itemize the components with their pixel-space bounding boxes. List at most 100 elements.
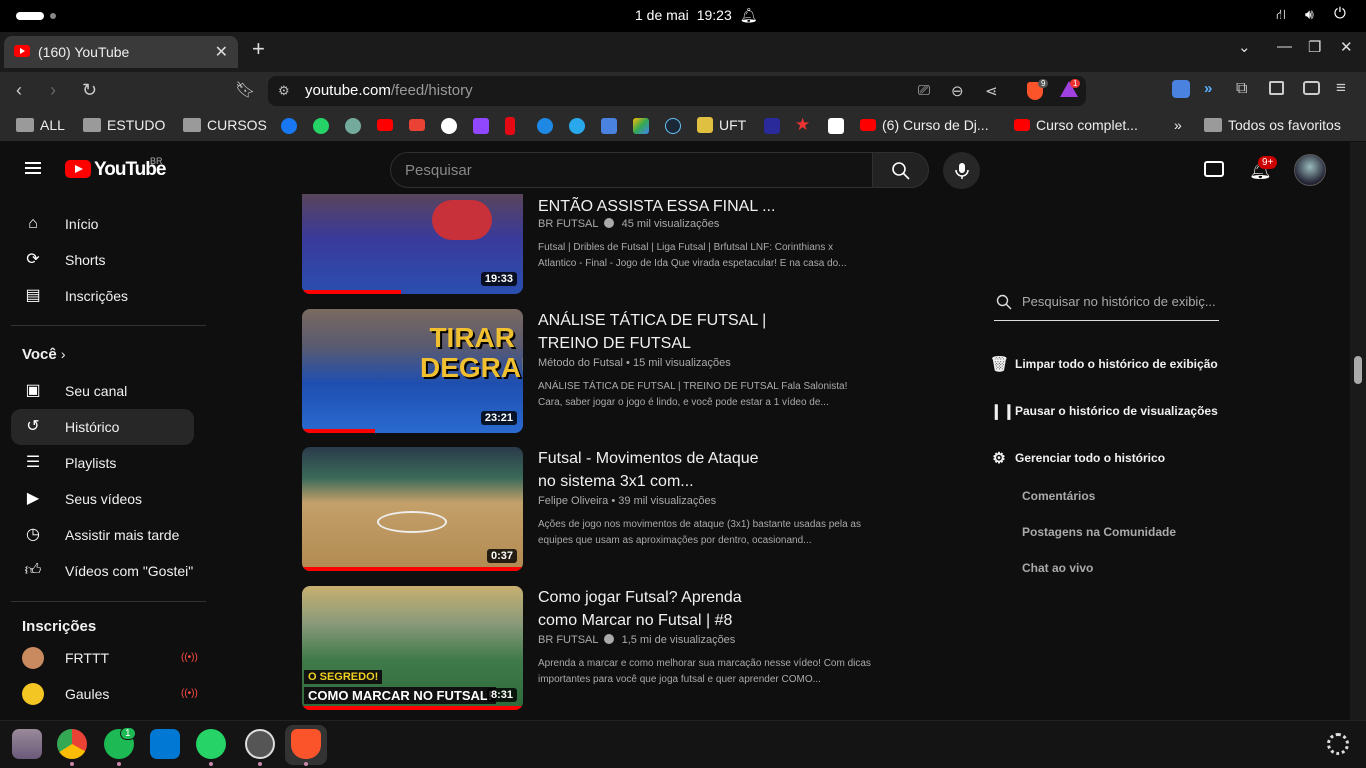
video-item[interactable]: TIRARDEGRAU 23:21 ANÁLISE TÁTICA DE FUTS… [302,309,872,435]
sidebar-item-your-channel[interactable]: ▣ Seu canal [11,373,194,409]
video-item[interactable]: 19:33 ENTÃO ASSISTA ESSA FINAL ... BR FU… [302,194,872,294]
google-drive-icon[interactable] [633,118,649,134]
subscription-gaules[interactable]: Gaules ((•)) [11,676,198,712]
create-video-icon[interactable] [1204,161,1224,177]
video-thumbnail[interactable]: TIRARDEGRAU 23:21 [302,309,523,433]
amazon-icon[interactable] [828,118,844,134]
sidebar-item-watch-later[interactable]: ◷ Assistir mais tarde [11,517,194,553]
video-thumbnail[interactable]: 19:33 [302,194,523,294]
back-icon[interactable]: ‹ [16,80,22,101]
bookmark-uft[interactable]: UFT [697,117,746,133]
facebook-icon[interactable] [281,118,297,134]
clock[interactable]: 1 de mai 19:23 🔔︎ [635,7,766,24]
bookmark-curso-dj[interactable]: (6) Curso de Dj... [860,117,989,133]
steam-icon[interactable] [665,118,681,134]
google-translate-icon[interactable] [601,118,617,134]
twitch-icon[interactable] [473,118,489,134]
chatgpt-icon[interactable] [345,118,361,134]
video-title[interactable]: ENTÃO ASSISTA ESSA FINAL ... [538,195,778,218]
youtube-logo-icon[interactable] [65,160,91,178]
channel-name[interactable]: BR FUTSAL [538,218,599,230]
tab-title: (160) YouTube [38,44,130,60]
bookmark-folder-all[interactable]: ALL [16,117,65,133]
extension-waves-icon[interactable]: » [1204,80,1212,97]
video-title[interactable]: Futsal - Movimentos de Ataque no sistema… [538,447,778,493]
live-chat-link[interactable]: Chat ao vivo [1022,561,1093,575]
cast-icon[interactable]: ⎚ [918,82,930,99]
close-window-icon[interactable]: ✕ [1340,38,1353,56]
activities-indicator[interactable] [16,12,44,20]
community-posts-link[interactable]: Postagens na Comunidade [1022,525,1176,539]
app-store-icon[interactable] [245,729,275,759]
video-thumbnail[interactable]: 0:37 [302,447,523,571]
account-avatar[interactable] [1294,154,1326,186]
page-scrollbar[interactable] [1350,142,1366,720]
star-bookmark-icon[interactable]: ★ [795,115,810,135]
files-app-icon[interactable] [12,729,42,759]
share-icon[interactable]: ⋖ [985,82,998,100]
tab-list-chevron-icon[interactable]: ⌄ [1238,38,1251,56]
bookmark-folder-estudo[interactable]: ESTUDO [83,117,165,133]
sidebar-item-liked-videos[interactable]: 👍︎ Vídeos com "Gostei" [11,553,194,589]
video-item[interactable]: O SEGREDO! COMO MARCAR NO FUTSAL! 8:31 C… [302,586,872,712]
bookmark-curso-completo[interactable]: Curso complet... [1014,117,1138,133]
bookmark-folder-all-favorites[interactable]: Todos os favoritos [1204,117,1341,133]
github-icon[interactable] [441,118,457,134]
channel-name[interactable]: Método do Futsal [538,357,623,369]
netflix-icon[interactable] [505,117,515,135]
network-icon[interactable]: ⛙ [1276,6,1286,25]
menu-icon[interactable]: ≡ [1336,78,1346,98]
comments-link[interactable]: Comentários [1022,489,1095,503]
brave-app-icon[interactable] [291,729,321,759]
search-button[interactable] [872,152,929,188]
sidebar-item-playlists[interactable]: ☰ Playlists [11,445,194,481]
sidebar-toggle-icon[interactable] [1269,81,1284,95]
scrollbar-thumb[interactable] [1354,356,1362,384]
whatsapp-app-icon[interactable] [196,729,226,759]
sidebar-item-shorts[interactable]: ⟳ Shorts [11,242,194,278]
history-search-input[interactable]: Pesquisar no histórico de exibiç... [994,288,1219,321]
site-icon[interactable] [764,118,780,134]
sidebar-item-your-videos[interactable]: ▶ Seus vídeos [11,481,194,517]
minimize-icon[interactable]: — [1277,38,1292,55]
bookmark-folder-cursos[interactable]: CURSOS [183,117,267,133]
power-icon[interactable]: ⏻ [1334,5,1346,22]
app-grid-icon[interactable] [1327,733,1349,755]
address-bar[interactable]: ⚙ youtube.com/feed/history ⎚ ⊖ ⋖ 9 1 [268,76,1086,106]
gmail-icon[interactable] [409,119,425,131]
site-info-icon[interactable]: ⚙ [278,83,290,99]
maximize-icon[interactable]: ❐ [1308,38,1321,56]
bookmark-icon[interactable]: 🔖︎ [235,80,255,100]
you-section-heading[interactable]: Você › [22,346,66,363]
video-title[interactable]: ANÁLISE TÁTICA DE FUTSAL | TREINO DE FUT… [538,309,778,355]
new-tab-icon[interactable]: + [252,36,265,62]
vscode-app-icon[interactable] [150,729,180,759]
tab-youtube[interactable]: (160) YouTube ✕ [4,36,238,68]
video-thumbnail[interactable]: O SEGREDO! COMO MARCAR NO FUTSAL! 8:31 [302,586,523,710]
zoom-icon[interactable]: ⊖ [951,82,964,100]
channel-name[interactable]: BR FUTSAL [538,634,599,646]
close-tab-icon[interactable]: ✕ [215,42,228,62]
sidebar-item-home[interactable]: ⌂ Início [11,206,194,242]
wallet-icon[interactable] [1303,81,1320,95]
video-title[interactable]: Como jogar Futsal? Aprenda como Marcar n… [538,586,778,632]
sidebar-item-history[interactable]: ↺ Histórico [11,409,194,445]
youtube-bookmark-icon[interactable] [377,119,393,131]
volume-icon[interactable]: 🔊︎ [1305,6,1314,23]
channel-name[interactable]: Felipe Oliveira [538,495,608,507]
subscription-frttt[interactable]: FRTTT ((•)) [11,640,198,676]
primevideo-icon[interactable] [537,118,553,134]
reload-icon[interactable]: ↻ [82,80,97,101]
forward-icon[interactable]: › [50,80,56,101]
telegram-icon[interactable] [569,118,585,134]
whatsapp-icon[interactable] [313,118,329,134]
search-input[interactable]: Pesquisar [390,152,873,188]
video-item[interactable]: 0:37 Futsal - Movimentos de Ataque no si… [302,447,872,573]
translate-extension-icon[interactable] [1172,80,1190,98]
extensions-puzzle-icon[interactable]: ⧉ [1236,80,1247,98]
hamburger-menu-icon[interactable] [25,162,41,174]
chrome-app-icon[interactable] [57,729,87,759]
sidebar-item-subscriptions[interactable]: ▤ Inscrições [11,278,194,314]
more-bookmarks-button[interactable]: » [1174,117,1182,133]
voice-search-button[interactable] [943,152,980,189]
